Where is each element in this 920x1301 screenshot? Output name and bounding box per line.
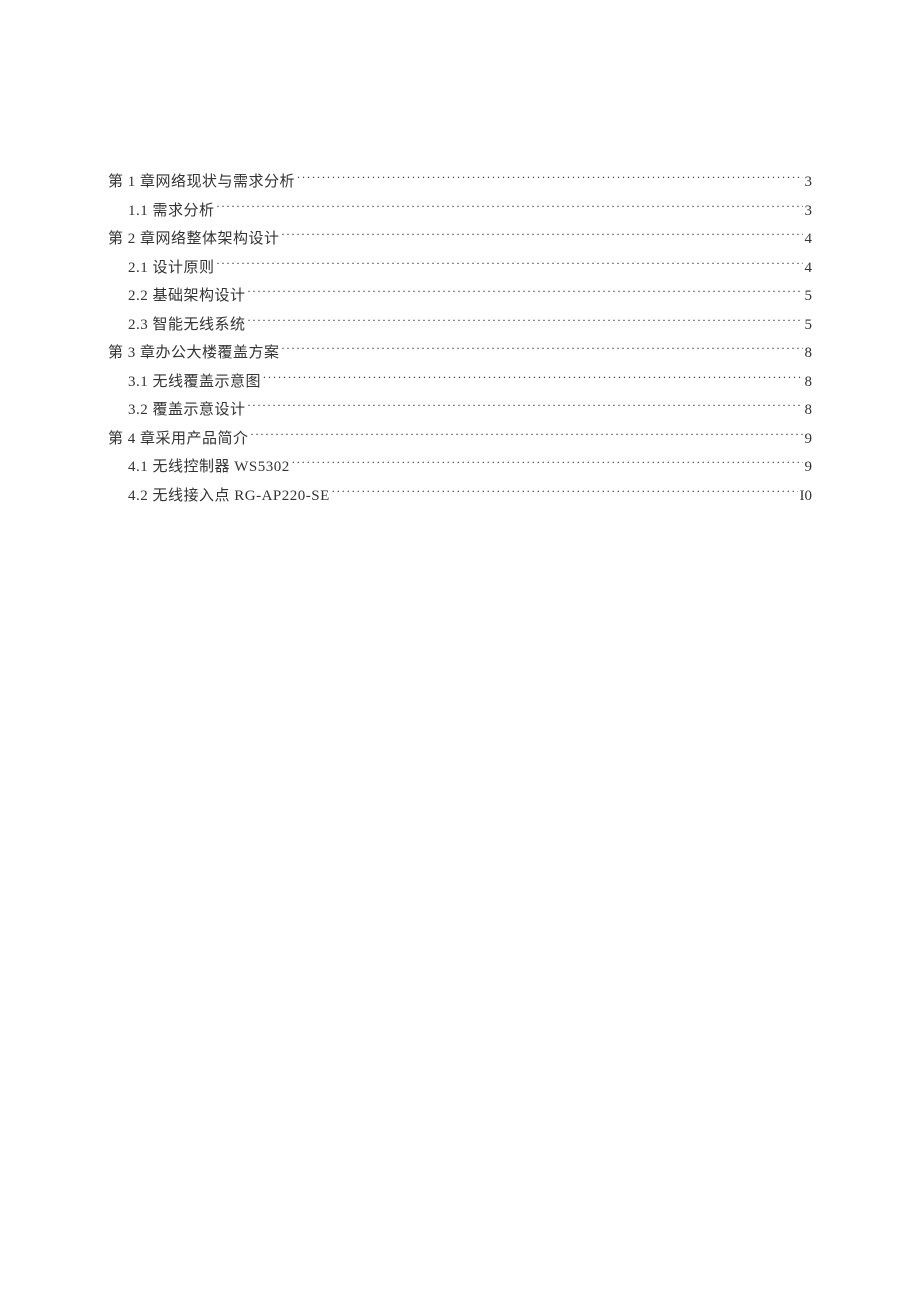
toc-entry: 第 1 章网络现状与需求分析 3 bbox=[108, 168, 812, 197]
toc-leader-dots bbox=[251, 428, 803, 443]
toc-title: 第 1 章网络现状与需求分析 bbox=[108, 168, 295, 197]
toc-title: 4.1 无线控制器 WS5302 bbox=[128, 453, 290, 482]
toc-leader-dots bbox=[248, 314, 803, 329]
toc-title: 第 2 章网络整体架构设计 bbox=[108, 225, 280, 254]
toc-entry: 2.3 智能无线系统 5 bbox=[108, 311, 812, 340]
toc-title: 2.2 基础架构设计 bbox=[128, 282, 246, 311]
toc-entry: 第 3 章办公大楼覆盖方案 8 bbox=[108, 339, 812, 368]
toc-page-number: 3 bbox=[805, 197, 813, 226]
toc-entry: 第 4 章采用产品简介 9 bbox=[108, 425, 812, 454]
toc-page-number: 9 bbox=[805, 453, 813, 482]
toc-title: 2.1 设计原则 bbox=[128, 254, 215, 283]
toc-entry: 3.2 覆盖示意设计 8 bbox=[108, 396, 812, 425]
toc-entry: 第 2 章网络整体架构设计 4 bbox=[108, 225, 812, 254]
toc-leader-dots bbox=[282, 228, 803, 243]
toc-page-number: 4 bbox=[805, 254, 813, 283]
toc-entry: 1.1 需求分析 3 bbox=[108, 197, 812, 226]
toc-leader-dots bbox=[263, 371, 802, 386]
toc-page-number: 9 bbox=[805, 425, 813, 454]
table-of-contents: 第 1 章网络现状与需求分析 3 1.1 需求分析 3 第 2 章网络整体架构设… bbox=[108, 168, 812, 510]
toc-entry: 3.1 无线覆盖示意图 8 bbox=[108, 368, 812, 397]
toc-title: 3.1 无线覆盖示意图 bbox=[128, 368, 261, 397]
toc-page-number: 3 bbox=[805, 168, 813, 197]
toc-leader-dots bbox=[248, 399, 803, 414]
toc-page-number: 5 bbox=[805, 282, 813, 311]
toc-title: 第 4 章采用产品简介 bbox=[108, 425, 249, 454]
toc-leader-dots bbox=[282, 342, 803, 357]
toc-page-number: I0 bbox=[800, 482, 813, 511]
toc-title: 第 3 章办公大楼覆盖方案 bbox=[108, 339, 280, 368]
toc-page-number: 8 bbox=[805, 368, 813, 397]
toc-leader-dots bbox=[217, 257, 803, 272]
toc-leader-dots bbox=[332, 485, 798, 500]
toc-leader-dots bbox=[292, 456, 803, 471]
toc-title: 4.2 无线接入点 RG-AP220-SE bbox=[128, 482, 330, 511]
toc-entry: 2.2 基础架构设计 5 bbox=[108, 282, 812, 311]
toc-leader-dots bbox=[248, 285, 803, 300]
toc-leader-dots bbox=[297, 171, 802, 186]
toc-entry: 4.1 无线控制器 WS5302 9 bbox=[108, 453, 812, 482]
toc-page-number: 8 bbox=[805, 396, 813, 425]
toc-page-number: 5 bbox=[805, 311, 813, 340]
toc-page-number: 4 bbox=[805, 225, 813, 254]
toc-title: 2.3 智能无线系统 bbox=[128, 311, 246, 340]
toc-title: 3.2 覆盖示意设计 bbox=[128, 396, 246, 425]
toc-entry: 4.2 无线接入点 RG-AP220-SE I0 bbox=[108, 482, 812, 511]
toc-page-number: 8 bbox=[805, 339, 813, 368]
toc-title: 1.1 需求分析 bbox=[128, 197, 215, 226]
toc-entry: 2.1 设计原则 4 bbox=[108, 254, 812, 283]
toc-leader-dots bbox=[217, 200, 803, 215]
